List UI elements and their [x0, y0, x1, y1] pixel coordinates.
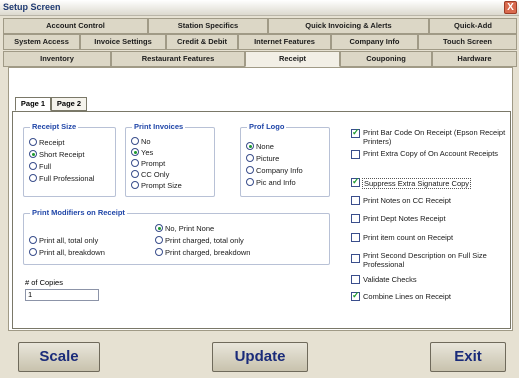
checkbox-combine-lines[interactable] [351, 290, 360, 301]
update-button[interactable]: Update [212, 342, 308, 372]
label-print-extra-copy: Print Extra Copy of On Account Receipts [363, 149, 499, 158]
scale-button[interactable]: Scale [18, 342, 100, 372]
tab-credit-debit[interactable]: Credit & Debit [166, 34, 238, 50]
radio-icon [29, 138, 37, 146]
radio-icon [131, 159, 139, 167]
tab-hardware[interactable]: Hardware [432, 51, 517, 67]
print-modifiers-option-all-total[interactable]: Print all, total only [29, 236, 98, 245]
checkbox-second-description[interactable] [351, 254, 360, 263]
radio-icon [131, 181, 139, 189]
receipt-size-option-receipt[interactable]: Receipt [29, 138, 64, 147]
tab-station-specifics[interactable]: Station Specifics [148, 18, 268, 34]
tab-receipt[interactable]: Receipt [245, 51, 340, 67]
radio-selected-icon [155, 224, 163, 232]
tab-row-2: System Access Invoice Settings Credit & … [0, 34, 519, 50]
receipt-panel: Page 1 Page 2 Receipt Size Receipt Short… [8, 67, 513, 331]
tab-company-info[interactable]: Company Info [331, 34, 418, 50]
tab-couponing[interactable]: Couponing [340, 51, 432, 67]
print-invoices-option-cc-only[interactable]: CC Only [131, 170, 169, 179]
checkbox-item-count[interactable] [351, 233, 360, 242]
tab-account-control[interactable]: Account Control [3, 18, 148, 34]
tab-row-1: Account Control Station Specifics Quick … [0, 18, 519, 34]
print-invoices-option-yes[interactable]: Yes [131, 148, 153, 157]
print-modifiers-option-none[interactable]: No, Print None [155, 224, 214, 233]
radio-icon [29, 236, 37, 244]
checkbox-print-extra-copy[interactable] [351, 150, 360, 159]
radio-selected-icon [246, 142, 254, 150]
title-bar: Setup Screen X [0, 0, 519, 16]
exit-button[interactable]: Exit [430, 342, 506, 372]
radio-icon [246, 166, 254, 174]
print-invoices-option-prompt[interactable]: Prompt [131, 159, 165, 168]
copies-label: # of Copies [25, 278, 63, 287]
receipt-size-group: Receipt Size Receipt Short Receipt Full … [23, 122, 116, 197]
label-second-description: Print Second Description on Full Size Pr… [363, 251, 487, 269]
print-modifiers-option-all-breakdown[interactable]: Print all, breakdown [29, 248, 105, 257]
page-1-content: Receipt Size Receipt Short Receipt Full … [12, 111, 511, 329]
radio-icon [29, 162, 37, 170]
prof-logo-option-pic-and-info[interactable]: Pic and Info [246, 178, 296, 187]
radio-icon [131, 170, 139, 178]
tab-internet-features[interactable]: Internet Features [238, 34, 331, 50]
tab-quick-invoicing[interactable]: Quick Invoicing & Alerts [268, 18, 429, 34]
receipt-size-option-short[interactable]: Short Receipt [29, 150, 84, 159]
radio-icon [155, 236, 163, 244]
print-modifiers-group: Print Modifiers on Receipt No, Print Non… [23, 208, 330, 265]
tab-invoice-settings[interactable]: Invoice Settings [80, 34, 166, 50]
label-validate-checks: Validate Checks [363, 275, 417, 284]
print-invoices-option-no[interactable]: No [131, 137, 151, 146]
label-combine-lines: Combine Lines on Receipt [363, 292, 451, 301]
radio-icon [246, 178, 254, 186]
subtab-page-2[interactable]: Page 2 [51, 97, 87, 111]
prof-logo-label: Prof Logo [247, 122, 287, 131]
checkbox-dept-notes[interactable] [351, 214, 360, 223]
tab-restaurant-features[interactable]: Restaurant Features [111, 51, 245, 67]
print-modifiers-option-charged-total[interactable]: Print charged, total only [155, 236, 244, 245]
tab-system-access[interactable]: System Access [3, 34, 80, 50]
label-print-bar-code: Print Bar Code On Receipt (Epson Receipt… [363, 128, 506, 146]
checkbox-suppress-signature[interactable] [351, 176, 360, 187]
prof-logo-option-none[interactable]: None [246, 142, 274, 151]
receipt-size-option-full[interactable]: Full [29, 162, 51, 171]
label-dept-notes: Print Dept Notes Receipt [363, 214, 446, 223]
subtab-page-1[interactable]: Page 1 [15, 97, 51, 111]
print-modifiers-option-charged-breakdown[interactable]: Print charged, breakdown [155, 248, 250, 257]
radio-icon [155, 248, 163, 256]
prof-logo-option-picture[interactable]: Picture [246, 154, 279, 163]
tab-row-3: Inventory Restaurant Features Receipt Co… [0, 51, 519, 67]
radio-selected-icon [131, 148, 139, 156]
setup-window: Setup Screen X Account Control Station S… [0, 0, 519, 378]
copies-input[interactable]: 1 [25, 289, 99, 301]
checkbox-validate-checks[interactable] [351, 275, 360, 284]
radio-icon [29, 174, 37, 182]
receipt-size-label: Receipt Size [30, 122, 79, 131]
label-notes-cc: Print Notes on CC Receipt [363, 196, 451, 205]
label-item-count: Print item count on Receipt [363, 233, 454, 242]
window-title: Setup Screen [3, 2, 61, 12]
radio-selected-icon [29, 150, 37, 158]
receipt-size-option-full-professional[interactable]: Full Professional [29, 174, 94, 183]
radio-icon [131, 137, 139, 145]
print-invoices-label: Print Invoices [132, 122, 186, 131]
checkbox-notes-cc[interactable] [351, 196, 360, 205]
checkbox-print-bar-code[interactable] [351, 127, 360, 138]
print-modifiers-label: Print Modifiers on Receipt [30, 208, 127, 217]
tab-inventory[interactable]: Inventory [3, 51, 111, 67]
radio-icon [246, 154, 254, 162]
prof-logo-option-company-info[interactable]: Company Info [246, 166, 303, 175]
print-invoices-option-prompt-size[interactable]: Prompt Size [131, 181, 182, 190]
print-invoices-group: Print Invoices No Yes Prompt CC Only Pro… [125, 122, 215, 197]
tab-quick-add[interactable]: Quick-Add [429, 18, 517, 34]
radio-icon [29, 248, 37, 256]
tab-touch-screen[interactable]: Touch Screen [418, 34, 517, 50]
prof-logo-group: Prof Logo None Picture Company Info Pic … [240, 122, 330, 197]
label-suppress-signature: Suppress Extra Signature Copy [362, 178, 472, 189]
close-button[interactable]: X [504, 1, 517, 14]
